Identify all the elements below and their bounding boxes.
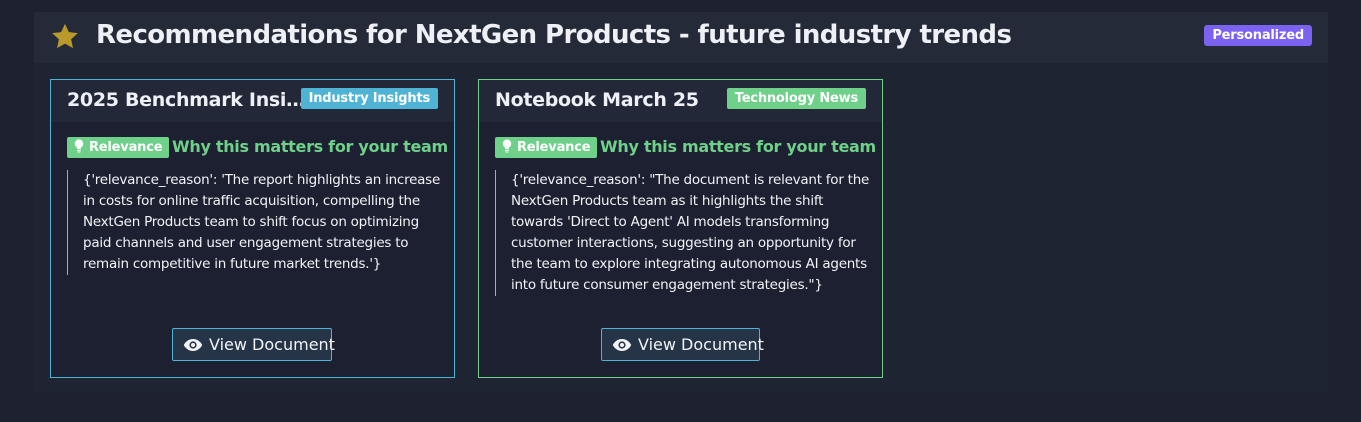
relevance-heading: Why this matters for your team	[600, 137, 876, 156]
recommendation-card: 2025 Benchmark Insight... Industry Insig…	[50, 79, 455, 378]
card-title: Notebook March 25	[495, 89, 699, 111]
view-document-label: View Document	[638, 335, 764, 354]
view-document-label: View Document	[209, 335, 335, 354]
relevance-reason: {'relevance_reason': 'The report highlig…	[67, 170, 442, 275]
star-icon	[52, 23, 78, 49]
category-badge: Industry Insights	[300, 88, 438, 109]
card-header: 2025 Benchmark Insight... Industry Insig…	[51, 80, 454, 122]
lightbulb-icon	[502, 139, 512, 153]
relevance-reason: {'relevance_reason': "The document is re…	[495, 170, 870, 296]
view-document-button[interactable]: View Document	[172, 328, 335, 361]
personalized-badge: Personalized	[1204, 25, 1312, 46]
relevance-label: Relevance	[89, 140, 163, 155]
relevance-heading: Why this matters for your team	[172, 137, 448, 156]
lightbulb-icon	[74, 139, 84, 153]
relevance-badge: Relevance	[495, 137, 598, 158]
relevance-label: Relevance	[517, 140, 591, 155]
page-title: Recommendations for NextGen Products - f…	[96, 20, 1012, 50]
category-badge: Technology News	[726, 88, 866, 109]
relevance-badge: Relevance	[67, 137, 170, 158]
card-title: 2025 Benchmark Insight...	[67, 89, 313, 111]
card-header: Notebook March 25 Technology News	[479, 80, 882, 122]
eye-icon	[612, 339, 632, 351]
view-document-button[interactable]: View Document	[601, 328, 764, 361]
panel-header: Recommendations for NextGen Products - f…	[34, 12, 1328, 63]
recommendations-panel: Recommendations for NextGen Products - f…	[34, 12, 1328, 392]
eye-icon	[183, 339, 203, 351]
recommendation-card: Notebook March 25 Technology News Releva…	[478, 79, 883, 378]
